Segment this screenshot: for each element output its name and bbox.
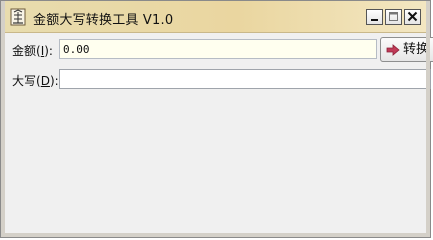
convert-button[interactable]: 转换 [380,37,433,62]
amount-label: 金额(I): [12,44,53,58]
uppercase-output-field[interactable] [59,69,431,89]
window-title: 金额大写转换工具 V1.0 [33,13,174,28]
title-bar[interactable]: 金额大写转换工具 V1.0 [1,1,430,33]
upper-label: 大写(D): [12,74,59,88]
minimize-button[interactable] [366,9,383,25]
arrow-right-icon [386,44,400,56]
close-icon [407,11,418,22]
close-button[interactable] [404,9,421,25]
amount-input[interactable] [59,39,377,59]
app-window: 金额大写转换工具 V1.0 金额(I): 转换 大写(D): [0,0,433,238]
maximize-button[interactable] [385,9,402,25]
minimize-icon [371,19,378,21]
app-icon [10,8,26,26]
maximize-icon [389,12,398,21]
convert-button-label: 转换 [403,42,430,57]
window-frame [1,1,430,237]
